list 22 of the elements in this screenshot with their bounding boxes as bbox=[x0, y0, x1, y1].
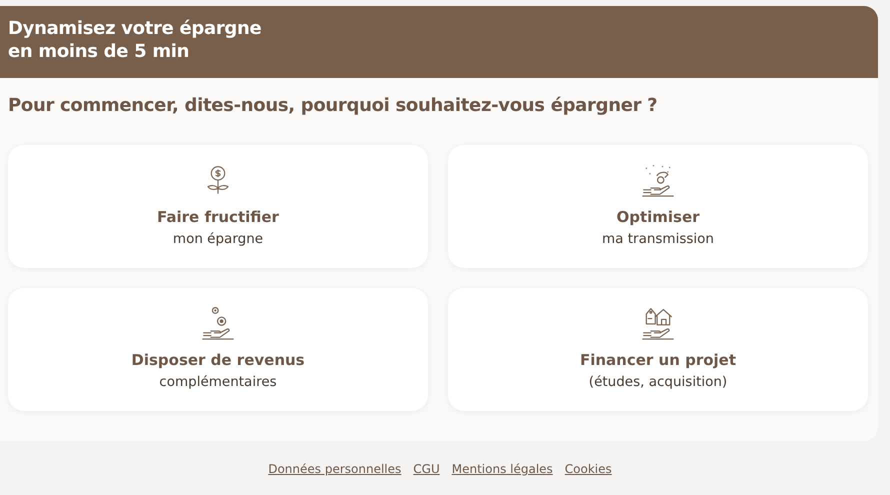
option-subtitle: ma transmission bbox=[602, 230, 714, 249]
footer-link[interactable]: Mentions légales bbox=[452, 462, 553, 476]
option-card[interactable]: Financer un projet (études, acquisition) bbox=[448, 288, 868, 411]
option-card[interactable]: Disposer de revenus complémentaires bbox=[8, 288, 428, 411]
option-subtitle: (études, acquisition) bbox=[588, 373, 728, 392]
footer-link[interactable]: CGU bbox=[413, 462, 440, 476]
hand-coin-icon bbox=[641, 163, 675, 197]
coins-hand-icon bbox=[201, 306, 235, 340]
option-card[interactable]: Optimiser ma transmission bbox=[448, 145, 868, 268]
house-hand-icon bbox=[641, 306, 675, 340]
option-title: Optimiser bbox=[616, 207, 700, 227]
option-subtitle: mon épargne bbox=[172, 230, 264, 249]
banner-title: en moins de 5 min bbox=[8, 40, 190, 63]
option-subtitle: complémentaires bbox=[159, 373, 277, 392]
option-title: Faire fructifier bbox=[157, 207, 279, 227]
option-title: Disposer de revenus bbox=[131, 350, 305, 370]
footer-link[interactable]: Cookies bbox=[564, 462, 612, 476]
option-card[interactable]: Faire fructifier mon épargne bbox=[8, 145, 428, 268]
footer-link[interactable]: Données personnelles bbox=[268, 462, 402, 476]
question-heading: Pour commencer, dites-nous, pourquoi souhaitez-vous épargner ? bbox=[8, 94, 658, 118]
banner-title: Dynamisez votre épargne bbox=[8, 17, 262, 40]
option-title: Financer un projet bbox=[580, 350, 736, 370]
